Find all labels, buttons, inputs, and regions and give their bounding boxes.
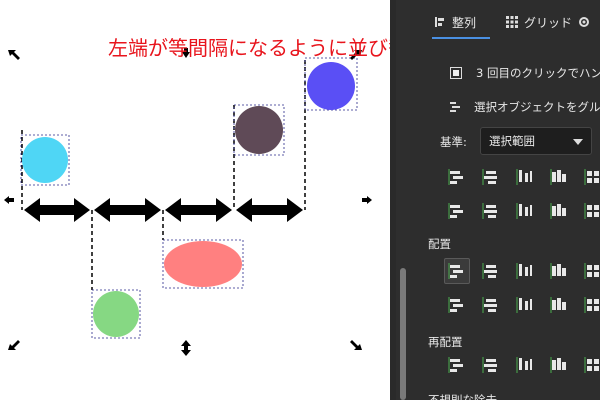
- third-click-handle-row[interactable]: 3 回目のクリックでハンドル: [410, 62, 600, 84]
- distribute-button[interactable]: [512, 258, 538, 284]
- align-button[interactable]: [444, 164, 470, 190]
- red-ellipse: [164, 241, 242, 287]
- align-button[interactable]: [478, 198, 504, 224]
- section-align: 配置: [428, 237, 451, 251]
- resize-handle-icon: [4, 196, 14, 204]
- resize-handle-icon: [350, 340, 362, 350]
- cyan-circle: [22, 137, 68, 183]
- grid-icon: [506, 16, 518, 28]
- align-icon: [550, 169, 566, 185]
- rearrange-button[interactable]: [512, 352, 538, 378]
- distribute-button[interactable]: [478, 292, 504, 318]
- rearrange-icon: [550, 357, 566, 373]
- align-icon: [516, 203, 532, 219]
- align-button[interactable]: [580, 198, 600, 224]
- rearrange-button[interactable]: [478, 352, 504, 378]
- align-button[interactable]: [444, 198, 470, 224]
- align-button[interactable]: [580, 164, 600, 190]
- tab-align[interactable]: 整列: [434, 8, 476, 36]
- align-button[interactable]: [478, 164, 504, 190]
- rearrange-icon: [584, 357, 599, 373]
- resize-handle-icon: [8, 50, 20, 60]
- rearrange-icon: [482, 357, 497, 373]
- relative-to-label: 基準:: [440, 135, 467, 149]
- distribute-icon: [516, 263, 532, 279]
- row-label: 選択オブジェクトをグルーブ: [474, 100, 600, 114]
- distribute-button[interactable]: [512, 292, 538, 318]
- relative-to-select[interactable]: 選択範囲: [480, 127, 592, 155]
- distribute-button[interactable]: [478, 258, 504, 284]
- distribute-icon: [550, 297, 566, 313]
- gear-icon: [579, 17, 589, 27]
- distribute-icon: [584, 263, 599, 279]
- align-button[interactable]: [546, 198, 572, 224]
- rearrange-icon: [448, 357, 463, 373]
- resize-handle-icon: [181, 340, 191, 356]
- section-remove-overlap: 不規則な除去: [428, 393, 497, 400]
- distribute-icon: [584, 297, 599, 313]
- distribute-icon: [448, 263, 463, 279]
- align-icon: [584, 203, 599, 219]
- tab-label: グリッド: [524, 15, 573, 30]
- distribute-button[interactable]: [546, 292, 572, 318]
- align-icon: [482, 203, 497, 219]
- align-icon: [482, 169, 497, 185]
- double-arrow-icon: [165, 198, 232, 222]
- align-button[interactable]: [546, 164, 572, 190]
- rearrange-button[interactable]: [444, 352, 470, 378]
- align-icon: [584, 169, 599, 185]
- scroll-thumb[interactable]: [400, 268, 406, 400]
- align-icon: [448, 203, 463, 219]
- align-icon: [435, 17, 444, 27]
- tab-grid[interactable]: グリッド: [506, 8, 572, 36]
- panel-tabs: 整列 グリッド: [410, 8, 600, 39]
- section-rearrange: 再配置: [428, 335, 463, 349]
- double-arrow-icon: [24, 198, 90, 222]
- distribute-icon: [482, 297, 497, 313]
- distribute-icon: [482, 263, 497, 279]
- rearrange-icon: [516, 357, 532, 373]
- rearrange-button[interactable]: [546, 352, 572, 378]
- double-arrow-icon: [236, 198, 303, 222]
- tab-active-indicator: [432, 37, 490, 39]
- checkbox[interactable]: [450, 67, 462, 79]
- row-label: 3 回目のクリックでハンドル: [476, 66, 600, 80]
- chevron-down-icon: [573, 139, 583, 145]
- resize-handle-icon: [362, 196, 372, 204]
- resize-handle-icon: [8, 340, 20, 350]
- align-distribute-panel: 整列 グリッド 3 回目のクリックでハンドル 選択オブジェクトをグルーブ 基準:…: [410, 0, 600, 400]
- mauve-circle: [235, 106, 283, 154]
- align-icon: [516, 169, 532, 185]
- treat-selection-group-row[interactable]: 選択オブジェクトをグルーブ: [410, 96, 600, 118]
- align-button[interactable]: [512, 198, 538, 224]
- distribute-button[interactable]: [444, 292, 470, 318]
- distribute-button[interactable]: [580, 292, 600, 318]
- distribute-icon: [550, 263, 566, 279]
- align-icon: [448, 169, 463, 185]
- align-button[interactable]: [512, 164, 538, 190]
- distribute-button[interactable]: [546, 258, 572, 284]
- rearrange-button[interactable]: [580, 352, 600, 378]
- blue-circle: [307, 62, 355, 110]
- distribute-icon: [516, 297, 532, 313]
- distribute-button[interactable]: [444, 258, 470, 284]
- group-selection-icon: [450, 102, 460, 112]
- select-value: 選択範囲: [489, 134, 535, 148]
- tab-label: 整列: [452, 15, 477, 30]
- green-circle: [93, 291, 139, 337]
- tab-settings[interactable]: [578, 8, 596, 36]
- distribute-button[interactable]: [580, 258, 600, 284]
- distribute-icon: [448, 297, 463, 313]
- double-arrow-icon: [94, 198, 161, 222]
- align-icon: [550, 203, 566, 219]
